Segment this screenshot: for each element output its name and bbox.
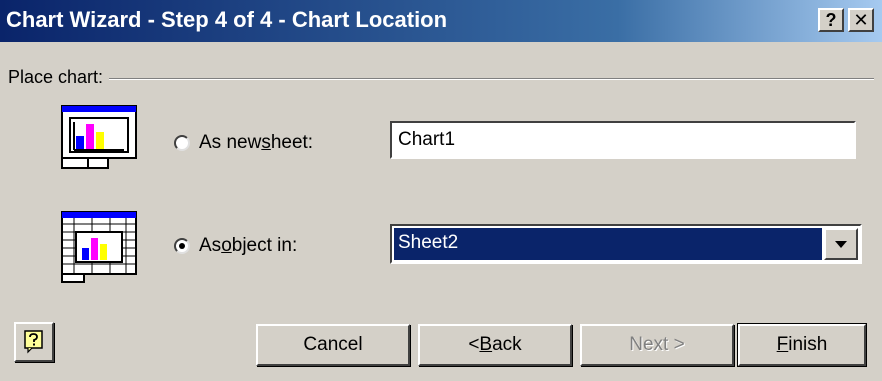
as-object-in-radio[interactable]: As o bject in: [174,235,297,257]
finish-label-post: inish [788,334,828,355]
embedded-chart-icon [56,210,140,286]
dropdown-button[interactable] [824,228,858,260]
new-sheet-name-input[interactable] [390,121,856,159]
object-sheet-select[interactable]: Sheet2 [390,224,862,264]
office-assistant-icon [24,330,43,354]
chart-sheet-icon [56,104,140,180]
radio-circle-selected[interactable] [174,238,190,254]
selected-sheet-value[interactable]: Sheet2 [393,227,823,261]
finish-button[interactable]: Finish [737,323,867,367]
place-chart-label: Place chart: [8,67,110,88]
radio-dot [179,243,185,249]
title-help-button[interactable]: ? [818,8,844,32]
as-new-sheet-radio[interactable]: As new s heet: [174,132,313,154]
next-button[interactable]: Next > [580,324,734,366]
close-button[interactable]: ✕ [848,8,874,32]
title-bar[interactable]: Chart Wizard - Step 4 of 4 - Chart Locat… [0,0,882,42]
as-object-in-label-post: bject in: [231,235,298,256]
radio-circle[interactable] [174,135,190,151]
finish-label-accel: F [776,334,789,355]
back-label-post: ack [492,334,522,355]
as-new-sheet-label-pre: As new [199,132,262,153]
back-label-pre: < [468,334,480,355]
as-object-in-label-accel: o [221,235,232,256]
office-assistant-button[interactable] [14,322,54,362]
back-button[interactable]: < Back [418,324,572,366]
as-object-in-label-pre: As [199,235,222,256]
group-divider [8,78,874,80]
chevron-down-icon [835,240,847,248]
as-new-sheet-label-accel: s [261,132,271,153]
cancel-button[interactable]: Cancel [256,324,410,366]
as-new-sheet-label-post: heet: [270,132,314,153]
back-label-accel: B [479,334,493,355]
window-title: Chart Wizard - Step 4 of 4 - Chart Locat… [6,7,448,32]
